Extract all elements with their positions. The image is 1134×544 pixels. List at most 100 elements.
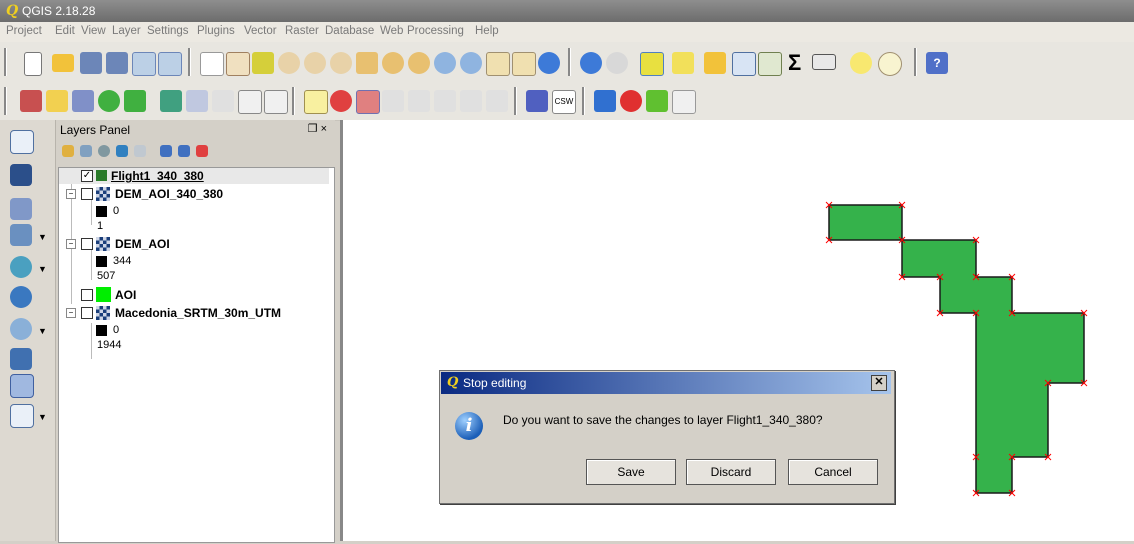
menu-project[interactable]: Project — [6, 25, 42, 37]
add-feature-icon[interactable] — [98, 90, 120, 112]
add-wcs-layer-icon[interactable] — [10, 286, 32, 308]
menu-web[interactable]: Web — [380, 25, 403, 37]
layer-row-dem-aoi-340-380[interactable]: − DEM_AOI_340_380 — [59, 186, 329, 202]
run-action-icon[interactable] — [606, 52, 628, 74]
menu-settings[interactable]: Settings — [147, 25, 189, 37]
delete-selected-icon[interactable] — [186, 90, 208, 112]
toggle-editing-icon[interactable] — [46, 90, 68, 112]
add-vector-layer-icon[interactable] — [10, 130, 34, 154]
close-icon[interactable]: ✕ — [871, 375, 887, 391]
collapse-toggle[interactable]: − — [66, 189, 76, 199]
rotate-label-icon[interactable] — [460, 90, 482, 112]
zoom-full-icon[interactable] — [356, 52, 378, 74]
zoom-native-icon[interactable] — [330, 52, 352, 74]
field-calculator-icon[interactable] — [758, 52, 782, 76]
plugin-a-icon[interactable] — [594, 90, 616, 112]
pan-map-icon[interactable] — [226, 52, 250, 76]
save-layer-edits-icon[interactable] — [72, 90, 94, 112]
menu-edit[interactable]: Edit — [55, 25, 75, 37]
attribute-table-icon[interactable] — [732, 52, 756, 76]
plugin-b-icon[interactable] — [620, 90, 642, 112]
zoom-next-icon[interactable] — [460, 52, 482, 74]
new-bookmark-icon[interactable] — [512, 52, 536, 76]
csw-icon[interactable]: CSW — [552, 90, 576, 114]
change-label-icon[interactable] — [486, 90, 508, 112]
identify-features-icon[interactable] — [580, 52, 602, 74]
new-print-composer-icon[interactable] — [132, 52, 156, 76]
layer-visibility-checkbox[interactable] — [81, 307, 93, 319]
layer-visibility-checkbox[interactable] — [81, 238, 93, 250]
menu-plugins[interactable]: Plugins — [197, 25, 235, 37]
save-button[interactable]: Save — [586, 459, 676, 485]
refresh-icon[interactable] — [538, 52, 560, 74]
help-icon[interactable]: ? — [926, 52, 948, 74]
menu-raster[interactable]: Raster — [285, 25, 319, 37]
zoom-to-selection-icon[interactable] — [382, 52, 404, 74]
text-annotation-icon[interactable] — [878, 52, 902, 76]
plugin-c-icon[interactable] — [646, 90, 668, 112]
manage-visibility-icon[interactable] — [98, 145, 110, 157]
add-delimited-text-icon[interactable] — [10, 198, 32, 220]
node-tool-icon[interactable] — [124, 90, 146, 112]
filter-by-expression-icon[interactable] — [134, 145, 146, 157]
menu-help[interactable]: Help — [475, 25, 499, 37]
new-shapefile-icon[interactable] — [10, 374, 34, 398]
layer-visibility-checkbox[interactable] — [81, 289, 93, 301]
expand-all-icon[interactable] — [160, 145, 172, 157]
chevron-down-icon[interactable]: ▼ — [38, 412, 47, 422]
add-raster-layer-icon[interactable] — [10, 164, 32, 186]
new-project-icon[interactable] — [24, 52, 42, 76]
layer-row-macedonia-srtm[interactable]: − Macedonia_SRTM_30m_UTM — [59, 305, 329, 321]
copy-features-icon[interactable] — [238, 90, 262, 114]
cut-features-icon[interactable] — [212, 90, 234, 112]
zoom-last-icon[interactable] — [434, 52, 456, 74]
metasearch-icon[interactable] — [526, 90, 548, 112]
new-map-view-icon[interactable] — [486, 52, 510, 76]
move-label-icon[interactable] — [434, 90, 456, 112]
layer-row-flight1[interactable]: ✓ Flight1_340_380 — [59, 168, 329, 184]
chevron-down-icon[interactable]: ▼ — [38, 326, 47, 336]
pin-labels-icon[interactable] — [382, 90, 404, 112]
layer-diagram-icon[interactable] — [330, 90, 352, 112]
layer-row-dem-aoi[interactable]: − DEM_AOI — [59, 236, 329, 252]
touch-zoom-icon[interactable] — [200, 52, 224, 76]
highlight-pinned-labels-icon[interactable] — [356, 90, 380, 114]
layer-row-aoi[interactable]: AOI — [59, 286, 329, 304]
save-as-icon[interactable] — [106, 52, 128, 74]
measure-line-icon[interactable] — [812, 54, 836, 70]
filter-legend-icon[interactable] — [116, 145, 128, 157]
map-tips-icon[interactable] — [850, 52, 872, 74]
plugin-d-icon[interactable] — [672, 90, 696, 114]
layer-labeling-icon[interactable] — [304, 90, 328, 114]
panel-float-close-buttons[interactable]: ❐ × — [308, 122, 327, 135]
collapse-toggle[interactable]: − — [66, 239, 76, 249]
style-manager-icon[interactable] — [62, 145, 74, 157]
layer-visibility-checkbox[interactable] — [81, 188, 93, 200]
move-feature-icon[interactable] — [160, 90, 182, 112]
menu-view[interactable]: View — [81, 25, 106, 37]
save-project-icon[interactable] — [80, 52, 102, 74]
layer-visibility-checkbox[interactable]: ✓ — [81, 170, 93, 182]
collapse-toggle[interactable]: − — [66, 308, 76, 318]
cancel-button[interactable]: Cancel — [788, 459, 878, 485]
menu-vector[interactable]: Vector — [244, 25, 277, 37]
collapse-all-icon[interactable] — [178, 145, 190, 157]
add-wms-layer-icon[interactable] — [10, 256, 32, 278]
select-by-expression-icon[interactable] — [672, 52, 694, 74]
new-layer-icon[interactable] — [10, 404, 34, 428]
menu-processing[interactable]: Processing — [407, 25, 464, 37]
add-virtual-layer-icon[interactable] — [10, 348, 32, 370]
current-edits-icon[interactable] — [20, 90, 42, 112]
add-postgis-layer-icon[interactable] — [10, 224, 32, 246]
show-hide-labels-icon[interactable] — [408, 90, 430, 112]
menu-layer[interactable]: Layer — [112, 25, 141, 37]
paste-features-icon[interactable] — [264, 90, 288, 114]
remove-layer-icon[interactable] — [196, 145, 208, 157]
zoom-to-layer-icon[interactable] — [408, 52, 430, 74]
add-group-icon[interactable] — [80, 145, 92, 157]
dialog-title-bar[interactable]: Q Stop editing ✕ — [441, 372, 891, 394]
menu-database[interactable]: Database — [325, 25, 374, 37]
open-project-icon[interactable] — [52, 54, 74, 72]
pan-to-selection-icon[interactable] — [252, 52, 274, 74]
select-features-icon[interactable] — [640, 52, 664, 76]
